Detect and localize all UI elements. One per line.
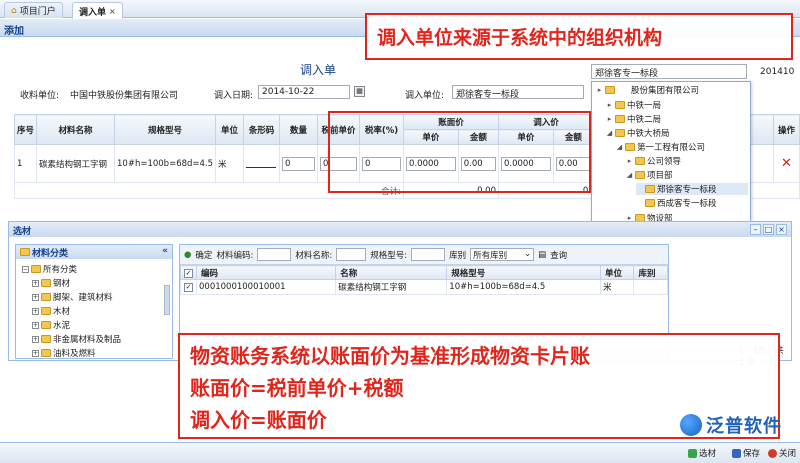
name-filter-input[interactable] [336, 248, 367, 261]
tab-project-portal[interactable]: ⌂ 项目门户 [4, 2, 63, 18]
folder-icon [41, 279, 51, 287]
tree-node[interactable]: ◢ 中铁大桥局 [606, 127, 670, 139]
confirm-icon[interactable]: ● [184, 250, 191, 260]
org-search-input[interactable]: 郑徐客专一标段 [591, 64, 747, 79]
table-row[interactable]: ✓ 0001000100010001 碳素结构钢工字钢 10#h=100b=68… [180, 279, 668, 295]
col-op: 操作 [773, 114, 800, 145]
close-icon[interactable]: × [776, 224, 787, 235]
receiver-value: 中国中铁股份集团有限公司 [70, 91, 179, 101]
category-item[interactable]: + 木材 [32, 305, 70, 317]
tree-node[interactable]: ◢ 项目部 [626, 169, 673, 181]
close-button[interactable]: 关闭 [768, 447, 796, 459]
folder-icon [605, 86, 615, 94]
query-icon[interactable]: ▤ [538, 250, 546, 260]
folder-icon [645, 185, 655, 193]
col-barcode: 条形码 [243, 114, 281, 145]
minimize-icon[interactable]: – [750, 224, 761, 235]
barcode-input[interactable] [246, 156, 277, 168]
price-highlight-box [328, 111, 591, 193]
folder-icon [615, 101, 625, 109]
material-toolbar: ● 确定 材料编码: 材料名称: 规格型号: 库别 所有库别 ⌄ ▤ 查询 [180, 245, 668, 265]
category-title: 材料分类 [32, 248, 69, 259]
folder-icon [41, 307, 51, 315]
select-icon [688, 448, 697, 458]
tree-node-selected[interactable]: 郑徐客专一标段 [636, 183, 748, 195]
save-icon [732, 448, 741, 458]
folder-icon [20, 248, 30, 256]
col-spec: 规格型号 [113, 114, 217, 145]
date-label: 调入日期: [214, 91, 254, 101]
category-item[interactable]: + 非金属材料及制品 [32, 333, 121, 345]
tab-transfer-in[interactable]: 调入单 × [72, 2, 123, 19]
folder-icon [645, 199, 655, 207]
folder-icon [31, 265, 41, 273]
select-all-checkbox[interactable]: ✓ [184, 268, 193, 278]
save-button[interactable]: 保存 [732, 447, 760, 459]
tree-node[interactable]: ◢ 第一工程有限公司 [616, 141, 705, 153]
select-material-button[interactable]: 选材 [688, 447, 716, 459]
warehouse-select[interactable]: 所有库别 ⌄ [470, 248, 535, 261]
folder-icon [615, 115, 625, 123]
col-unit: 单位 [215, 114, 245, 145]
category-item[interactable]: + 钢材 [32, 277, 70, 289]
folder-icon [41, 349, 51, 357]
scrollbar[interactable] [164, 285, 170, 315]
receiver-label: 收料单位: [20, 91, 60, 101]
folder-icon [41, 321, 51, 329]
category-item[interactable]: + 油料及燃料 [32, 347, 96, 359]
folder-icon [41, 335, 51, 343]
in-unit-field[interactable]: 郑徐客专一标段 [452, 85, 584, 100]
category-panel: 材料分类 « − 所有分类 + 钢材 + 脚架、建筑材料 + 木材 + 水泥 + 非金属材料… [15, 244, 173, 359]
category-item[interactable]: − 所有分类 [22, 263, 77, 275]
org-source-callout: 调入单位来源于系统中的组织机构 [365, 13, 793, 60]
calendar-icon[interactable]: ▦ [354, 86, 365, 97]
row-checkbox[interactable]: ✓ [184, 283, 193, 292]
tree-node[interactable]: 西成客专一标段 [636, 197, 717, 209]
maximize-icon[interactable]: □ [763, 224, 774, 235]
delete-icon[interactable]: ✕ [781, 156, 792, 171]
select-panel-title: 选材 [9, 222, 791, 237]
spec-filter-input[interactable] [411, 248, 446, 261]
col-seq: 序号 [14, 114, 37, 145]
folder-icon [615, 129, 625, 137]
tree-node[interactable]: ▸ 中铁二局 [606, 113, 661, 125]
tree-node[interactable]: ▸ 公司领导 [626, 155, 681, 167]
folder-icon [625, 143, 635, 151]
close-icon[interactable]: × [109, 7, 116, 16]
bottom-toolbar: 选材 保存 关闭 [0, 442, 800, 463]
home-icon: ⌂ [11, 5, 17, 16]
query-button[interactable]: 查询 [550, 249, 567, 261]
chevron-down-icon: ⌄ [523, 249, 532, 259]
brand-logo: 泛普软件 [680, 412, 782, 438]
folder-icon [635, 157, 645, 165]
category-item[interactable]: + 脚架、建筑材料 [32, 291, 113, 303]
col-name: 材料名称 [36, 114, 115, 145]
in-unit-label: 调入单位: [405, 91, 445, 101]
qty-input[interactable]: 0 [282, 156, 316, 171]
confirm-button[interactable]: 确定 [195, 249, 212, 261]
folder-icon [635, 171, 645, 179]
collapse-icon[interactable]: « [162, 246, 168, 258]
date-field[interactable]: 2014-10-22 [258, 85, 350, 99]
folder-icon [41, 293, 51, 301]
col-qty: 数量 [279, 114, 319, 145]
code-partial: 201410 [760, 67, 795, 77]
code-filter-input[interactable] [257, 248, 292, 261]
close-icon [768, 448, 777, 458]
tree-node[interactable]: ▸ 股份集团有限公司 [596, 84, 699, 96]
logo-icon [680, 414, 702, 436]
category-item[interactable]: + 水泥 [32, 319, 70, 331]
tree-node[interactable]: ▸ 中铁一局 [606, 99, 661, 111]
page-title: 调入单 [300, 63, 337, 77]
